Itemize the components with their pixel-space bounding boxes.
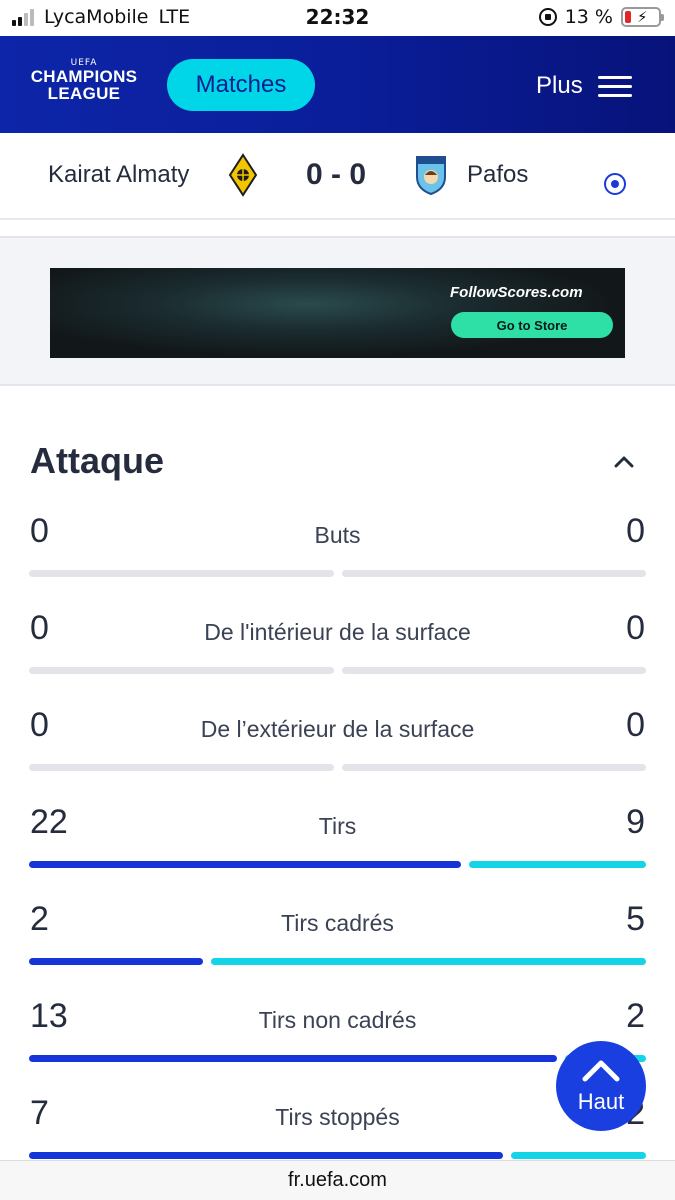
match-score-bar[interactable]: Kairat Almaty 0 - 0 Pafos bbox=[0, 133, 675, 220]
back-to-top-button[interactable]: Haut bbox=[556, 1041, 646, 1131]
stat-home-value: 7 bbox=[30, 1094, 49, 1132]
stat-label: Tirs non cadrés bbox=[258, 1007, 417, 1033]
stat-away-bar bbox=[341, 570, 646, 577]
matches-button[interactable]: Matches bbox=[167, 59, 315, 111]
browser-url-bar[interactable]: fr.uefa.com bbox=[0, 1160, 675, 1200]
stat-away-bar bbox=[469, 861, 646, 868]
stat-home-value: 0 bbox=[30, 512, 49, 550]
stat-home-bar bbox=[29, 861, 462, 868]
stat-row: 22 Tirs 9 bbox=[0, 803, 675, 900]
logo-line-1: CHAMPIONS bbox=[30, 67, 138, 86]
stat-away-value: 0 bbox=[626, 706, 645, 744]
ad-brand-text: FollowScores.com bbox=[450, 284, 583, 301]
stat-row: 0 Buts 0 bbox=[0, 512, 675, 609]
match-score: 0 - 0 bbox=[306, 158, 367, 191]
stat-row: 0 De l'intérieur de la surface 0 bbox=[0, 609, 675, 706]
stat-away-value: 0 bbox=[626, 512, 645, 550]
stat-label: De l'intérieur de la surface bbox=[204, 619, 471, 645]
stat-row: 0 De l’extérieur de la surface 0 bbox=[0, 706, 675, 803]
stat-away-bar bbox=[510, 1152, 646, 1159]
rotation-lock-icon bbox=[538, 8, 557, 26]
stat-home-value: 2 bbox=[30, 900, 49, 938]
hamburger-menu-icon[interactable] bbox=[598, 76, 632, 98]
battery-icon: ⚡ bbox=[621, 7, 664, 27]
stat-home-bar bbox=[29, 764, 334, 771]
back-to-top-label: Haut bbox=[577, 1089, 625, 1114]
stat-home-bar bbox=[29, 1055, 557, 1062]
stat-home-value: 0 bbox=[30, 706, 49, 744]
chevron-up-icon[interactable] bbox=[614, 452, 634, 472]
app-header: UEFA CHAMPIONS LEAGUE Matches Plus bbox=[0, 36, 675, 133]
kairat-crest-icon bbox=[228, 153, 258, 197]
stat-home-bar bbox=[29, 570, 334, 577]
ad-go-to-store-button[interactable]: Go to Store bbox=[451, 312, 613, 338]
stat-row: 2 Tirs cadrés 5 bbox=[0, 900, 675, 997]
plus-menu-label[interactable]: Plus bbox=[536, 72, 583, 100]
stat-away-bar bbox=[341, 764, 646, 771]
stat-label: Tirs stoppés bbox=[275, 1104, 400, 1130]
logo-line-2: LEAGUE bbox=[47, 84, 121, 103]
stat-away-bar bbox=[341, 667, 646, 674]
stat-label: Tirs bbox=[318, 813, 357, 839]
stat-home-bar bbox=[29, 667, 334, 674]
stat-home-value: 0 bbox=[30, 609, 49, 647]
pafos-crest-icon bbox=[416, 156, 446, 195]
ad-section: FollowScores.com Go to Store bbox=[0, 236, 675, 386]
stat-home-value: 22 bbox=[30, 803, 68, 841]
url-text: fr.uefa.com bbox=[288, 1169, 387, 1191]
stat-away-value: 2 bbox=[626, 997, 645, 1035]
stat-home-value: 13 bbox=[30, 997, 68, 1035]
champions-league-logo[interactable]: UEFA CHAMPIONS LEAGUE bbox=[28, 58, 140, 102]
stat-label: De l’extérieur de la surface bbox=[200, 716, 475, 742]
stat-away-bar bbox=[211, 958, 646, 965]
stat-away-value: 0 bbox=[626, 609, 645, 647]
arrow-up-icon bbox=[582, 1060, 620, 1082]
stat-away-value: 5 bbox=[626, 900, 645, 938]
battery-percent: 13 % bbox=[564, 6, 613, 28]
live-indicator-icon bbox=[604, 173, 626, 195]
home-team-name: Kairat Almaty bbox=[48, 161, 190, 188]
stat-label: Buts bbox=[314, 522, 361, 548]
stat-away-value: 9 bbox=[626, 803, 645, 841]
ad-banner[interactable]: FollowScores.com Go to Store bbox=[50, 268, 625, 358]
away-team-name: Pafos bbox=[467, 161, 529, 188]
stat-label: Tirs cadrés bbox=[281, 910, 394, 936]
status-bar: LycaMobile LTE 22:32 13 % ⚡ bbox=[0, 0, 675, 36]
section-title: Attaque bbox=[30, 440, 164, 481]
stat-home-bar bbox=[29, 1152, 503, 1159]
stat-home-bar bbox=[29, 958, 203, 965]
status-right: 13 % ⚡ bbox=[538, 6, 664, 28]
